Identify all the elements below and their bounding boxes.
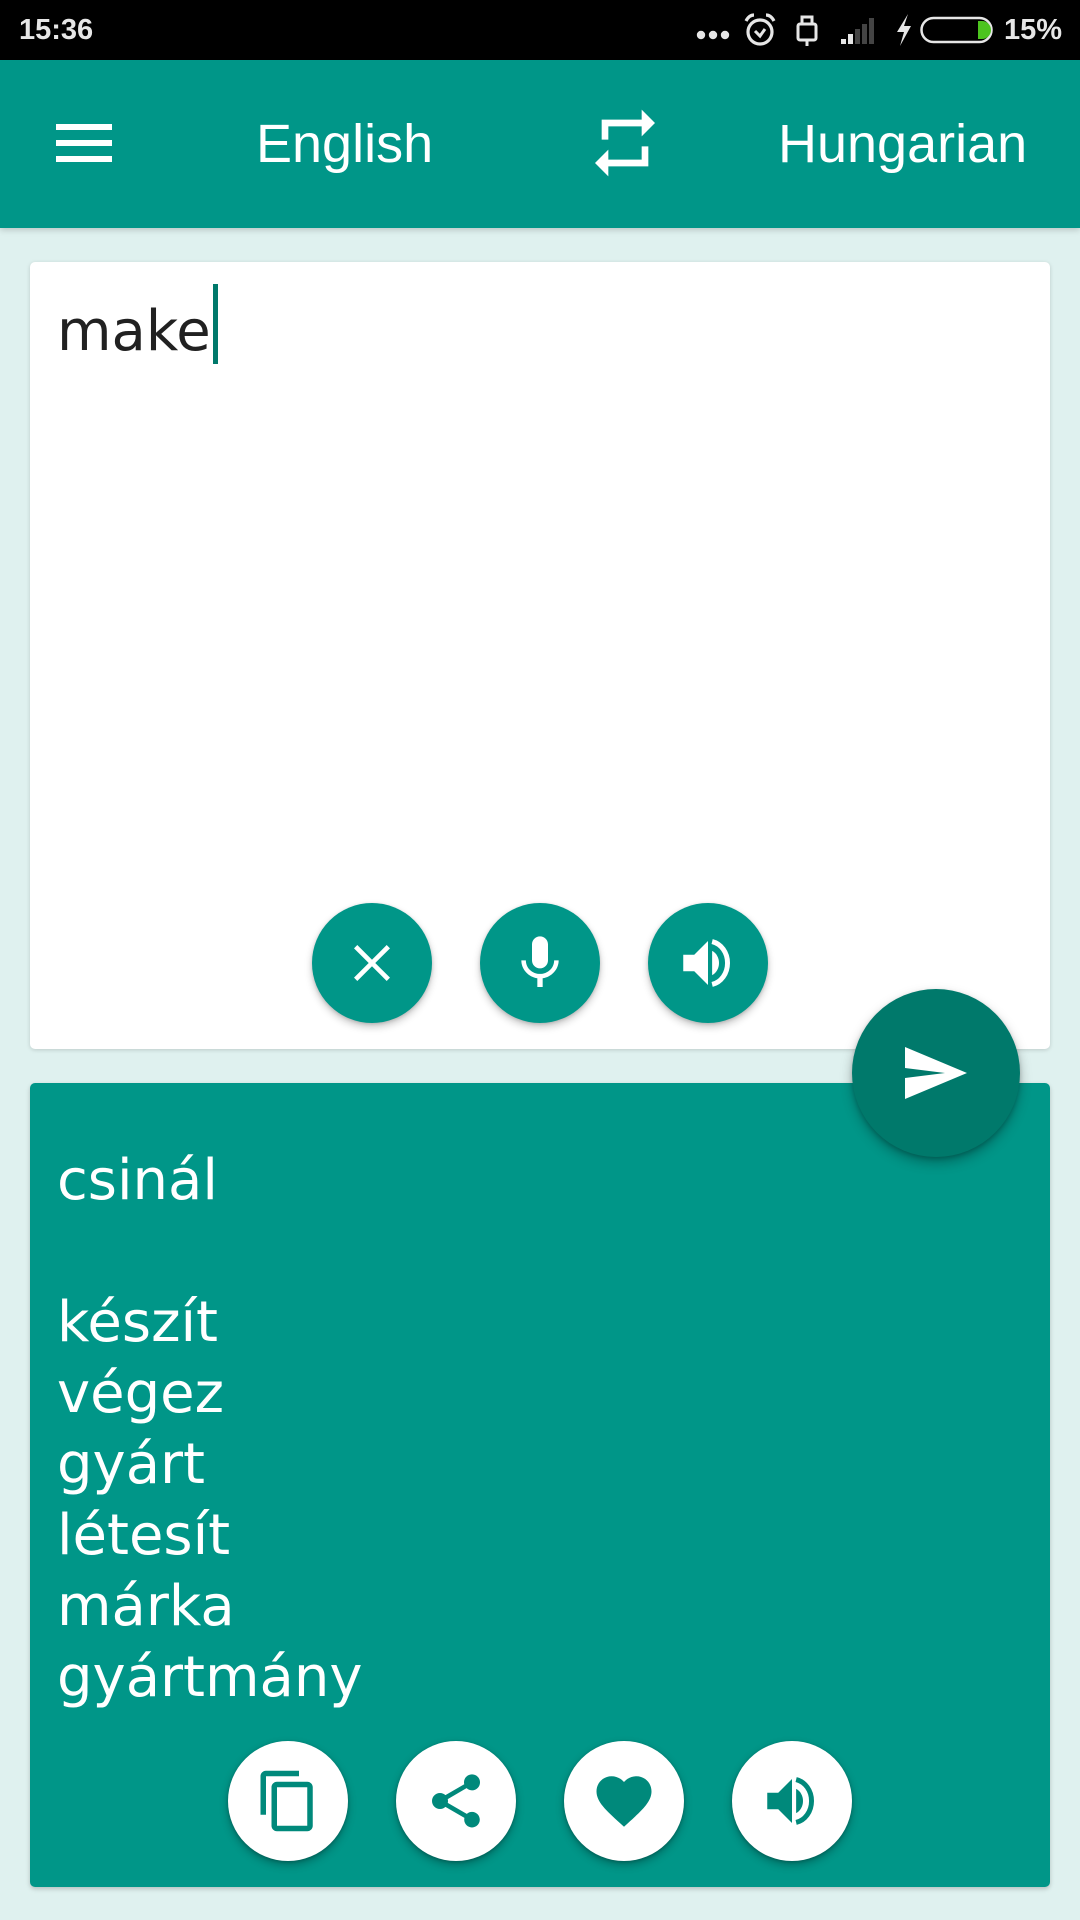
charging-icon	[896, 14, 911, 46]
copy-button[interactable]	[228, 1741, 348, 1861]
microphone-icon	[521, 936, 559, 987]
text-cursor	[212, 284, 218, 364]
translation-line: készít	[57, 1290, 218, 1355]
input-card: make	[30, 262, 1050, 1049]
voice-input-button[interactable]	[480, 903, 600, 1023]
battery-icon	[920, 16, 993, 44]
app-bar: English Hungarian	[0, 60, 1080, 228]
battery-percent: 15%	[1003, 14, 1062, 46]
copy-icon	[260, 1770, 313, 1832]
source-language-selector[interactable]: English	[256, 112, 433, 176]
translation-line: létesít	[57, 1503, 231, 1568]
usb-icon	[796, 15, 818, 46]
status-time: 15:36	[19, 14, 94, 46]
clear-button[interactable]	[312, 903, 432, 1023]
translation-line	[57, 1216, 362, 1287]
share-icon	[432, 1774, 480, 1828]
speaker-icon	[767, 1777, 815, 1825]
translation-line: gyártmány	[57, 1645, 363, 1710]
target-language-selector[interactable]: Hungarian	[778, 112, 1027, 176]
translation-line: márka	[57, 1574, 235, 1639]
translate-button[interactable]	[852, 989, 1020, 1157]
source-text-input[interactable]: make	[57, 282, 218, 382]
swap-languages-button[interactable]	[585, 103, 665, 183]
close-icon	[354, 945, 390, 981]
share-button[interactable]	[396, 1741, 516, 1861]
status-icons: 15%	[696, 10, 1062, 50]
alarm-icon	[744, 13, 776, 46]
output-card: csinál készít végez gyárt létesít márka …	[30, 1083, 1050, 1887]
favorite-button[interactable]	[564, 1741, 684, 1861]
menu-button[interactable]	[36, 100, 132, 186]
translation-line: gyárt	[57, 1432, 205, 1497]
translation-line: végez	[57, 1361, 224, 1426]
translation-line: csinál	[57, 1148, 218, 1213]
source-text-value: make	[57, 299, 211, 364]
translation-output: csinál készít végez gyárt létesít márka …	[57, 1145, 362, 1713]
speaker-icon	[683, 939, 731, 987]
more-notifications-icon	[696, 30, 730, 40]
speak-input-button[interactable]	[648, 903, 768, 1023]
swap-languages-icon	[595, 109, 655, 177]
send-icon	[905, 1047, 967, 1099]
speak-output-button[interactable]	[732, 1741, 852, 1861]
signal-icon	[840, 18, 874, 44]
status-bar: 15:36 15%	[0, 0, 1080, 60]
heart-icon	[596, 1776, 652, 1827]
